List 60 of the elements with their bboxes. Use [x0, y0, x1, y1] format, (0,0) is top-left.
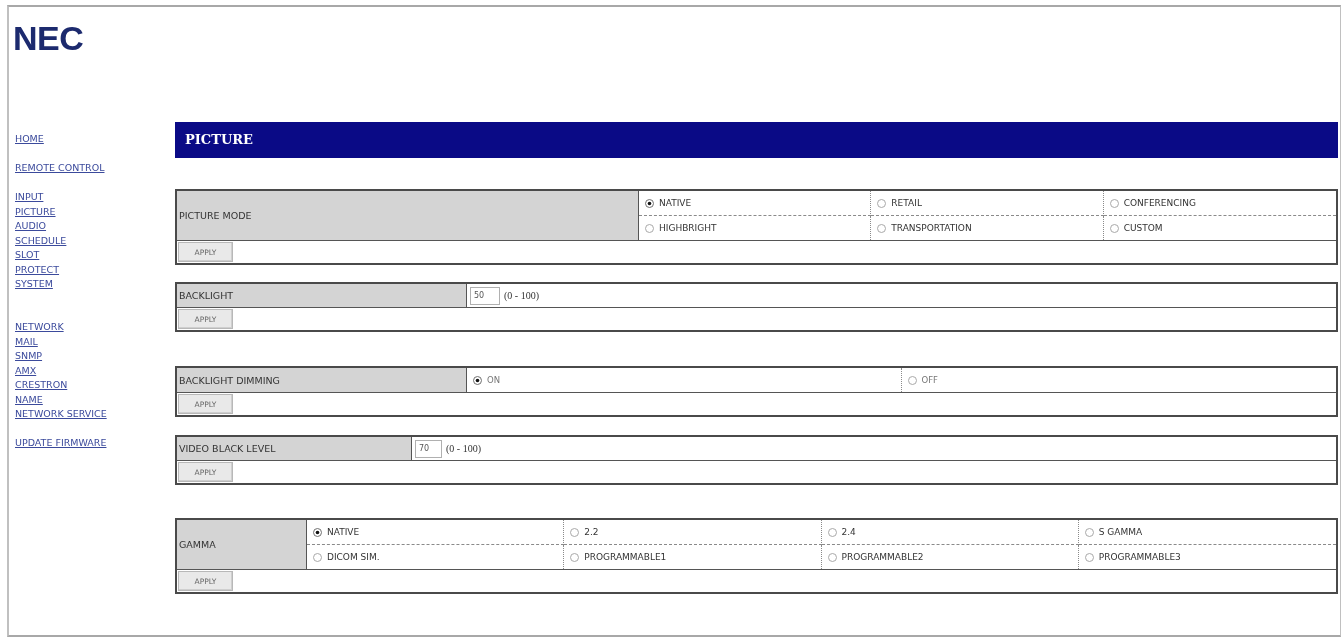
option-label: RETAIL: [891, 198, 922, 208]
radio-button[interactable]: [1084, 552, 1094, 562]
page-title-bar: PICTURE: [175, 122, 1338, 158]
setting-label: VIDEO BLACK LEVEL: [177, 437, 412, 460]
range-hint: (0 - 100): [504, 290, 539, 301]
radio-button[interactable]: [570, 552, 580, 562]
radio-button[interactable]: [645, 198, 654, 208]
radio-button[interactable]: [570, 527, 580, 537]
radio-button[interactable]: [1109, 223, 1119, 233]
nav-link[interactable]: AMX: [15, 364, 37, 376]
nav-link[interactable]: NAME: [15, 393, 43, 405]
logo-text: NEC: [13, 21, 84, 55]
setting-label: GAMMA: [177, 520, 307, 569]
nav-link[interactable]: NETWORK: [15, 321, 64, 332]
nav-link[interactable]: MAIL: [15, 335, 38, 347]
option-label: DICOM SIM.: [327, 552, 380, 562]
setting-label: PICTURE MODE: [177, 191, 639, 240]
option-label: 2.4: [841, 527, 856, 537]
radio-button[interactable]: [1084, 527, 1094, 537]
option-label: S GAMMA: [1098, 527, 1143, 537]
radio-button[interactable]: [877, 223, 887, 233]
setting-label: BACKLIGHT: [177, 284, 467, 307]
nav-link[interactable]: UPDATE FIRMWARE: [15, 437, 107, 448]
nav-link[interactable]: SNMP: [15, 350, 43, 361]
option-label: 2.2: [584, 527, 599, 537]
radio-button[interactable]: [907, 375, 917, 385]
nav-link[interactable]: CRESTRON: [15, 379, 68, 390]
radio-button[interactable]: [313, 552, 322, 562]
range-hint: (0 - 100): [446, 443, 481, 454]
radio-button[interactable]: [827, 552, 837, 562]
nav-link[interactable]: INPUT: [15, 191, 44, 202]
nav-link[interactable]: SYSTEM: [15, 278, 53, 289]
radio-button[interactable]: [827, 527, 837, 537]
option-label: HIGHBRIGHT: [659, 223, 717, 233]
option-label: CUSTOM: [1123, 223, 1163, 233]
radio-button[interactable]: [473, 375, 482, 385]
nav-link[interactable]: HOME: [15, 133, 44, 144]
nav-link[interactable]: SCHEDULE: [15, 234, 67, 246]
nav-link[interactable]: NETWORK SERVICE: [15, 408, 107, 419]
option-label: ON: [487, 375, 501, 385]
nav-link[interactable]: AUDIO: [15, 220, 47, 231]
option-label: PROGRAMMABLE1: [584, 552, 667, 562]
option-label: NATIVE: [327, 527, 360, 537]
nav-link[interactable]: PROTECT: [15, 263, 60, 275]
radio-button[interactable]: [313, 527, 322, 537]
radio-button[interactable]: [877, 198, 887, 208]
option-label: PROGRAMMABLE3: [1098, 552, 1181, 562]
option-label: PROGRAMMABLE2: [841, 552, 924, 562]
nav-link[interactable]: PICTURE: [15, 205, 56, 217]
option-label: NATIVE: [659, 198, 692, 208]
option-label: CONFERENCING: [1123, 198, 1196, 208]
nav-link[interactable]: REMOTE CONTROL: [15, 162, 105, 173]
number-field[interactable]: 70: [415, 439, 442, 458]
number-field[interactable]: 50: [470, 286, 500, 305]
setting-label: BACKLIGHT DIMMING: [177, 368, 467, 392]
radio-button[interactable]: [1109, 198, 1119, 208]
radio-button[interactable]: [645, 223, 654, 233]
nav-link[interactable]: SLOT: [15, 249, 40, 260]
option-label: TRANSPORTATION: [891, 223, 972, 233]
option-label: OFF: [921, 375, 938, 385]
